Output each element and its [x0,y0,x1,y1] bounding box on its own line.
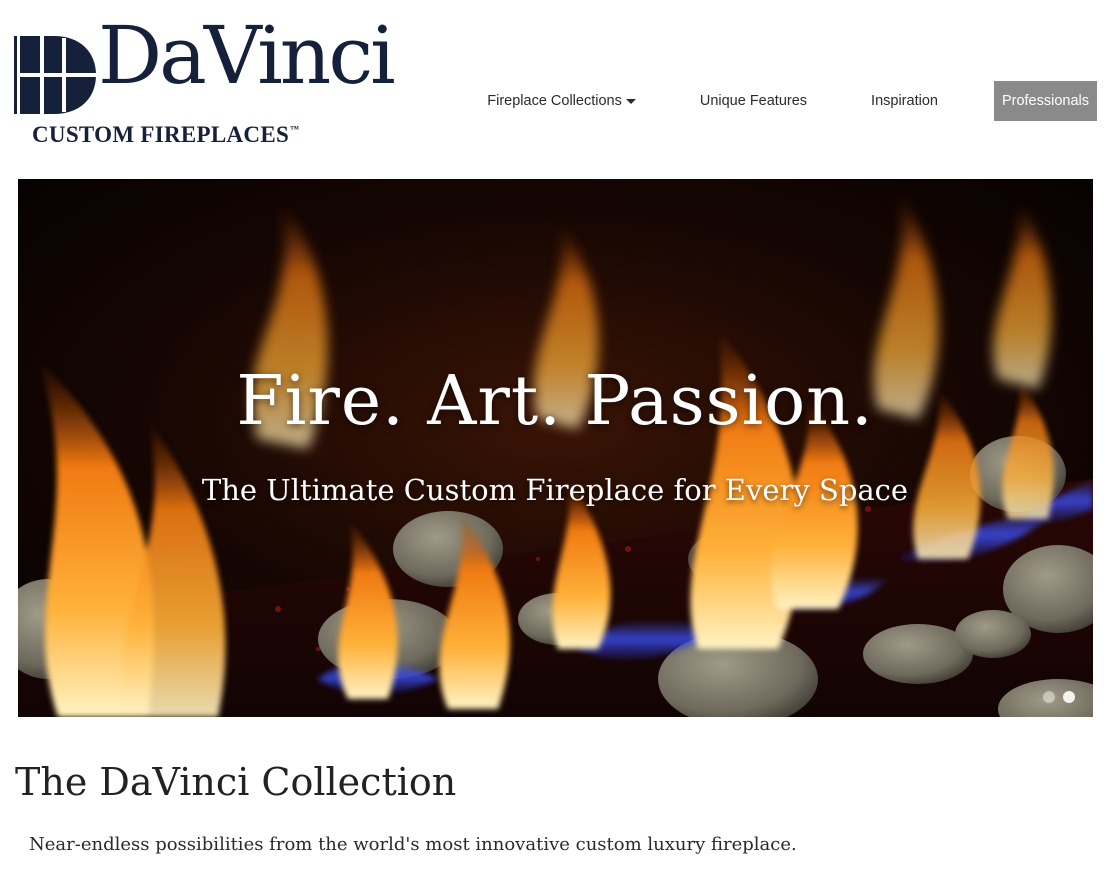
carousel-dot-2[interactable] [1063,691,1075,703]
davinci-logo[interactable]: DaVinci CUSTOM FIREPLACES™ [14,16,396,152]
hero-carousel[interactable]: Fire. Art. Passion. The Ultimate Custom … [18,179,1093,717]
nav-fireplace-collections-label: Fireplace Collections [487,93,622,109]
nav-inspiration[interactable]: Inspiration [871,93,938,109]
logo-window-mark-icon [14,36,96,114]
collection-description: Near-endless possibilities from the worl… [29,834,797,855]
carousel-indicators [1035,691,1075,703]
main-nav: Fireplace Collections Unique Features In… [487,81,1097,121]
hero-title: Fire. Art. Passion. [236,362,874,441]
logo-wordmark: DaVinci [98,9,396,102]
nav-unique-features[interactable]: Unique Features [700,93,807,109]
logo-tagline: CUSTOM FIREPLACES™ [32,122,300,147]
professionals-button[interactable]: Professionals [993,81,1097,121]
hero-subtitle: The Ultimate Custom Fireplace for Every … [201,473,909,507]
carousel-dot-1[interactable] [1043,691,1055,703]
fireplace-flames-image [18,179,1093,717]
collection-heading: The DaVinci Collection [15,760,457,804]
nav-fireplace-collections[interactable]: Fireplace Collections [487,93,636,109]
caret-down-icon [625,99,636,104]
